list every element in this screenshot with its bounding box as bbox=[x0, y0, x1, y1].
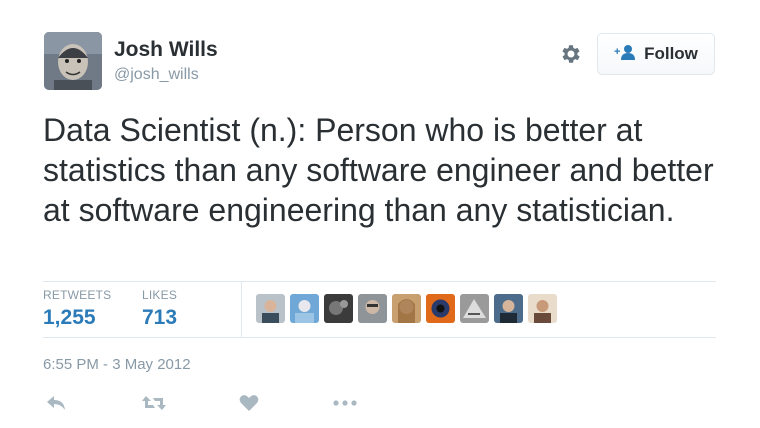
liker-avatar[interactable] bbox=[494, 294, 523, 323]
svg-text:+: + bbox=[614, 46, 620, 58]
liker-avatar[interactable] bbox=[290, 294, 319, 323]
divider bbox=[43, 337, 716, 338]
stats-divider bbox=[241, 282, 242, 337]
gear-icon[interactable] bbox=[558, 42, 582, 66]
tweet-timestamp[interactable]: 6:55 PM - 3 May 2012 bbox=[43, 356, 191, 373]
likes-label: LIKES bbox=[142, 288, 178, 302]
liker-avatars bbox=[256, 294, 557, 323]
follow-label: Follow bbox=[644, 44, 698, 63]
retweets-count[interactable]: 1,255 bbox=[43, 306, 96, 330]
liker-avatar[interactable] bbox=[528, 294, 557, 323]
liker-avatar[interactable] bbox=[426, 294, 455, 323]
avatar[interactable] bbox=[44, 32, 102, 90]
liker-avatar[interactable] bbox=[358, 294, 387, 323]
like-icon[interactable] bbox=[239, 392, 259, 414]
tweet-text: Data Scientist (n.): Person who is bette… bbox=[43, 112, 714, 228]
liker-avatar[interactable] bbox=[256, 294, 285, 323]
more-icon[interactable] bbox=[333, 392, 357, 414]
likes-count[interactable]: 713 bbox=[142, 306, 177, 330]
divider bbox=[43, 281, 716, 282]
reply-icon[interactable] bbox=[46, 392, 66, 414]
liker-avatar[interactable] bbox=[392, 294, 421, 323]
liker-avatar[interactable] bbox=[324, 294, 353, 323]
author-handle[interactable]: @josh_wills bbox=[114, 66, 199, 84]
retweet-icon[interactable] bbox=[141, 392, 167, 414]
liker-avatar[interactable] bbox=[460, 294, 489, 323]
follow-button[interactable]: + Follow bbox=[597, 33, 715, 75]
follow-user-icon: + bbox=[614, 44, 636, 65]
retweets-label: RETWEETS bbox=[43, 288, 112, 302]
author-name[interactable]: Josh Wills bbox=[114, 38, 218, 62]
